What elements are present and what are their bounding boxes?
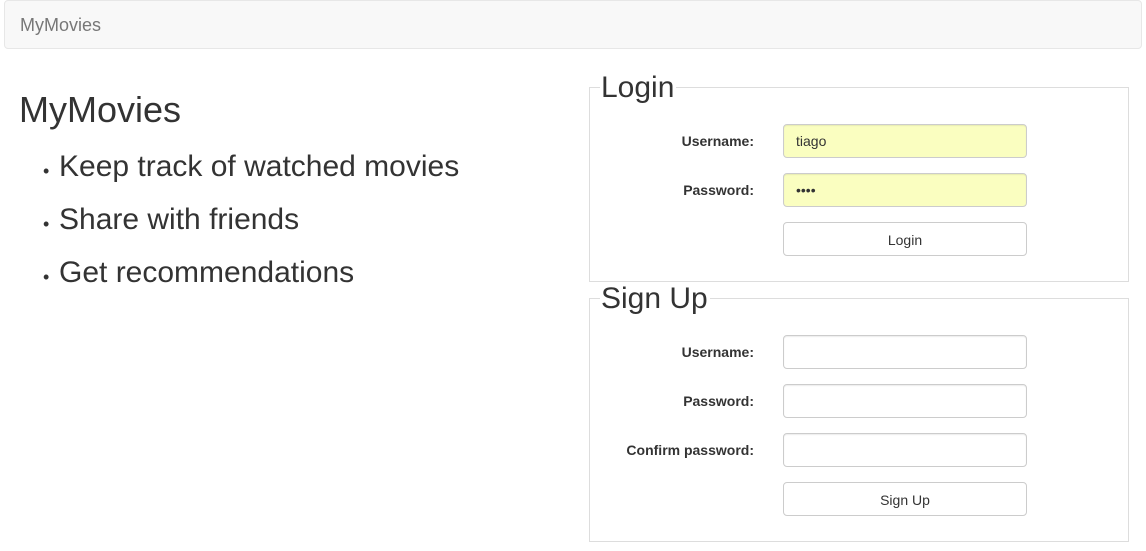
- login-button[interactable]: Login: [783, 222, 1027, 256]
- bullet-icon: •: [43, 161, 50, 181]
- signup-password-label: Password:: [683, 393, 754, 409]
- signup-password-row: Password:: [590, 384, 1130, 418]
- feature-text: Get recommendations: [59, 256, 355, 289]
- signup-button[interactable]: Sign Up: [783, 482, 1027, 516]
- login-password-input[interactable]: [783, 173, 1027, 207]
- hero-title: MyMovies: [19, 89, 182, 130]
- login-username-row: Username:: [590, 124, 1130, 158]
- login-legend: Login: [600, 71, 677, 105]
- signup-fieldset: Sign Up Username: Password: Confirm pass…: [589, 282, 1130, 542]
- login-username-label: Username:: [681, 133, 754, 149]
- login-username-input[interactable]: [783, 124, 1027, 158]
- feature-item: • Keep track of watched movies: [0, 148, 459, 201]
- feature-list: • Keep track of watched movies • Share w…: [0, 148, 459, 307]
- bullet-icon: •: [43, 214, 50, 234]
- feature-text: Share with friends: [59, 203, 300, 236]
- brand-link[interactable]: MyMovies: [20, 15, 101, 35]
- signup-confirm-label: Confirm password:: [626, 442, 754, 458]
- signup-username-row: Username:: [590, 335, 1130, 369]
- signup-username-input[interactable]: [783, 335, 1027, 369]
- signup-username-label: Username:: [681, 344, 754, 360]
- top-navbar: MyMovies: [4, 0, 1142, 49]
- feature-item: • Get recommendations: [0, 254, 459, 307]
- signup-password-input[interactable]: [783, 384, 1027, 418]
- signup-confirm-password-input[interactable]: [783, 433, 1027, 467]
- login-password-row: Password:: [590, 173, 1130, 207]
- login-button-row: Login: [590, 222, 1130, 256]
- signup-confirm-row: Confirm password:: [590, 433, 1130, 467]
- bullet-icon: •: [43, 267, 50, 287]
- login-fieldset: Login Username: Password: Login: [589, 71, 1130, 282]
- signup-legend: Sign Up: [600, 282, 710, 316]
- login-password-label: Password:: [683, 182, 754, 198]
- feature-item: • Share with friends: [0, 201, 459, 254]
- feature-text: Keep track of watched movies: [59, 150, 460, 183]
- signup-button-row: Sign Up: [590, 482, 1130, 516]
